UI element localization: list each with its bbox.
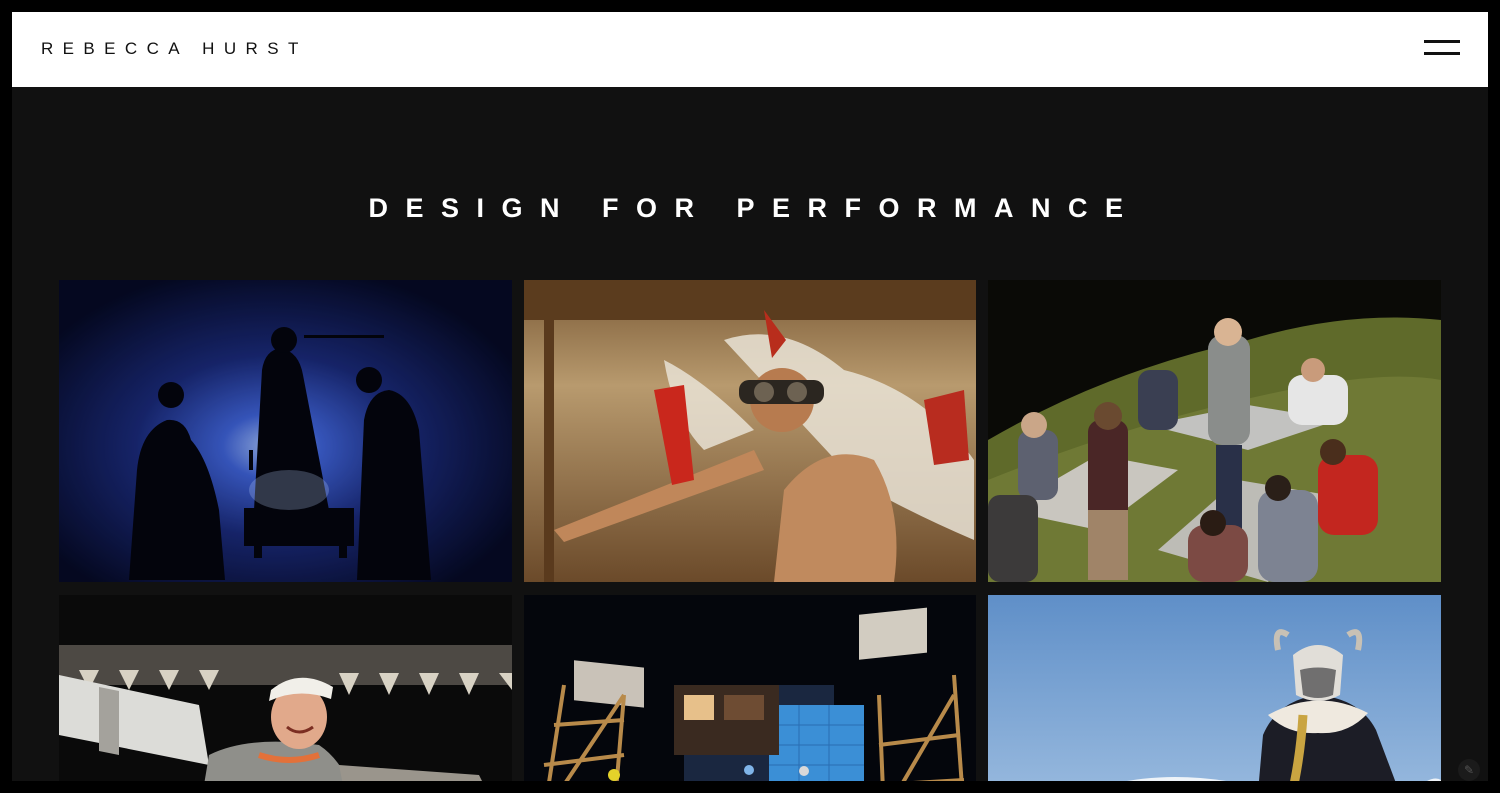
gallery-image-5[interactable]: [524, 595, 976, 781]
gallery-image-6[interactable]: [988, 595, 1441, 781]
sailor-scene-image: [59, 595, 512, 781]
masked-musician-image: [988, 595, 1441, 781]
gallery-image-1[interactable]: [59, 280, 512, 582]
pencil-icon[interactable]: ✎: [1458, 759, 1480, 781]
hamburger-menu-icon[interactable]: [1424, 40, 1460, 56]
site-header: REBECCA HURST: [12, 12, 1488, 87]
gallery-image-2[interactable]: [524, 280, 976, 582]
gallery-image-4[interactable]: [59, 595, 512, 781]
classroom-scene-image: [988, 280, 1441, 582]
page-title: DESIGN FOR PERFORMANCE: [368, 193, 1141, 223]
page-frame: REBECCA HURST DESIGN FOR PERFORMANCE: [12, 12, 1488, 781]
silhouette-scene-image: [59, 280, 512, 582]
aviator-scene-image: [524, 280, 976, 582]
menu-bar-top: [1424, 40, 1460, 43]
site-brand[interactable]: REBECCA HURST: [41, 38, 308, 60]
gallery-image-3[interactable]: [988, 280, 1441, 582]
scaffold-stage-image: [524, 595, 976, 781]
menu-bar-bottom: [1424, 52, 1460, 55]
